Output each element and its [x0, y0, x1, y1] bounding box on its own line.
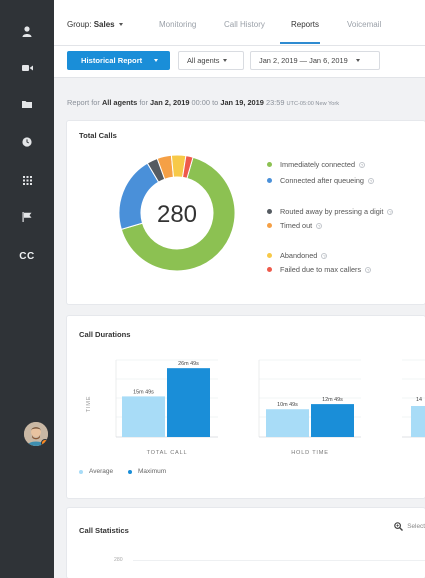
total-calls-title: Total Calls [79, 131, 117, 140]
legend-swatch [267, 178, 272, 183]
report-type-label: Historical Report [81, 56, 143, 65]
legend-swatch [267, 267, 272, 272]
flag-icon[interactable] [0, 204, 54, 230]
user-icon[interactable] [0, 18, 54, 44]
report-agents: All agents [101, 98, 138, 107]
filter-bar: Historical Report All agents Jan 2, 2019… [54, 46, 425, 78]
bar-value-label: 26m 49s [178, 361, 199, 367]
call-statistics-title: Call Statistics [79, 526, 129, 535]
legend-label: Timed out [280, 221, 313, 230]
bar-value-label: 15m 49s [133, 389, 154, 395]
y-tick-label: 280 [114, 557, 123, 563]
call-durations-bar-chart: TIME 14 15m 49s 26m 49s TOTAL CALL 10m 49s 1… [86, 359, 425, 456]
date-range-dropdown[interactable]: Jan 2, 2019 — Jan 6, 2019 [250, 51, 380, 70]
bar-average [122, 396, 165, 437]
y-axis-label: TIME [86, 396, 92, 413]
report-start-time: 00:00 [191, 98, 211, 107]
cc-label: CC [19, 250, 35, 262]
chevron-down-icon [355, 59, 360, 62]
call-statistics-card: Call Statistics Select 280 [67, 508, 425, 578]
report-for: for [139, 98, 148, 107]
tab-voicemail[interactable]: Voicemail [347, 20, 381, 29]
report-to: to [212, 98, 219, 107]
chevron-down-icon [118, 23, 123, 27]
help-icon[interactable]: ? [321, 252, 328, 259]
help-icon[interactable]: ? [316, 222, 323, 229]
main-content: Group: Sales Monitoring Call History Rep… [54, 0, 425, 578]
legend-swatch [267, 223, 272, 228]
legend-item: Connected after queueing? [267, 176, 374, 185]
legend-swatch [79, 469, 83, 474]
legend-item: Average [79, 468, 113, 475]
report-prefix: Report for [67, 98, 100, 107]
tab-call-history[interactable]: Call History [224, 20, 265, 29]
bar-value-label: 12m 49s [322, 397, 343, 403]
category-label: TOTAL CALL [147, 450, 188, 456]
legend-label: Routed away by pressing a digit [280, 207, 384, 216]
legend-swatch [267, 162, 272, 167]
report-type-button[interactable]: Historical Report [67, 51, 170, 70]
bar-maximum [167, 368, 210, 437]
tab-reports[interactable]: Reports [291, 20, 319, 29]
bar-maximum [311, 404, 354, 437]
zoom-icon [394, 522, 404, 531]
tab-monitoring[interactable]: Monitoring [159, 20, 196, 29]
agents-dropdown[interactable]: All agents [178, 51, 244, 70]
call-durations-card: Call Durations TIME 14 15m 49s 26m 49s TOT… [67, 316, 425, 498]
chevron-down-icon [154, 59, 159, 62]
sidebar: CC [0, 0, 54, 578]
cc-icon[interactable]: CC [0, 243, 54, 269]
legend-label: Abandoned [280, 251, 318, 260]
partial-bar [411, 406, 425, 437]
report-end-date: Jan 19, 2019 [220, 98, 264, 107]
select-button[interactable]: Select [394, 522, 425, 531]
legend-item: Maximum [128, 468, 166, 475]
agents-dropdown-label: All agents [187, 56, 220, 65]
bar-average [266, 409, 309, 437]
avatar[interactable] [24, 422, 48, 446]
legend-label: Immediately connected [280, 160, 356, 169]
legend-item: Immediately connected? [267, 160, 366, 169]
help-icon[interactable]: ? [367, 177, 374, 184]
date-range-label: Jan 2, 2019 — Jan 6, 2019 [259, 56, 348, 65]
status-dot [41, 439, 48, 446]
top-nav: Group: Sales Monitoring Call History Rep… [54, 0, 425, 46]
legend-label: Failed due to max callers [280, 265, 362, 274]
select-label: Select [407, 523, 425, 530]
report-end-time: 23:59 [265, 98, 285, 107]
group-selector[interactable]: Group: Sales [67, 20, 123, 29]
legend-item: Timed out? [267, 221, 323, 230]
clock-icon[interactable] [0, 129, 54, 155]
chevron-down-icon [223, 59, 228, 62]
partial-bar-label: 14 [416, 397, 422, 403]
help-icon[interactable]: ? [365, 266, 372, 273]
folder-icon[interactable] [0, 91, 54, 117]
help-icon[interactable]: ? [387, 208, 394, 215]
active-tab-indicator [280, 42, 320, 44]
bar-value-label: 10m 49s [277, 402, 298, 408]
legend-swatch [267, 209, 272, 214]
legend-label: Maximum [138, 468, 167, 475]
legend-label: Average [89, 468, 114, 475]
legend-item: Abandoned? [267, 251, 328, 260]
legend-item: Routed away by pressing a digit? [267, 207, 394, 216]
category-label: HOLD TIME [291, 450, 329, 456]
legend-swatch [128, 469, 132, 474]
help-icon[interactable]: ? [359, 161, 366, 168]
video-icon[interactable] [0, 55, 54, 81]
total-calls-count: 280 [157, 201, 197, 228]
report-summary: Report for All agents for Jan 2, 2019 00… [67, 98, 339, 107]
report-timezone: UTC-05:00 New York [286, 101, 340, 107]
group-value: Sales [93, 20, 115, 29]
total-calls-card: Total Calls 280 Immediately connected? C… [67, 121, 425, 304]
legend-swatch [267, 253, 272, 258]
report-start-date: Jan 2, 2019 [150, 98, 190, 107]
total-calls-donut-chart: 280 [118, 154, 236, 272]
gridline [133, 560, 425, 561]
group-prefix: Group: [67, 20, 92, 29]
grid-icon[interactable] [0, 167, 54, 193]
legend-label: Connected after queueing [280, 176, 364, 185]
legend-item: Failed due to max callers? [267, 265, 372, 274]
